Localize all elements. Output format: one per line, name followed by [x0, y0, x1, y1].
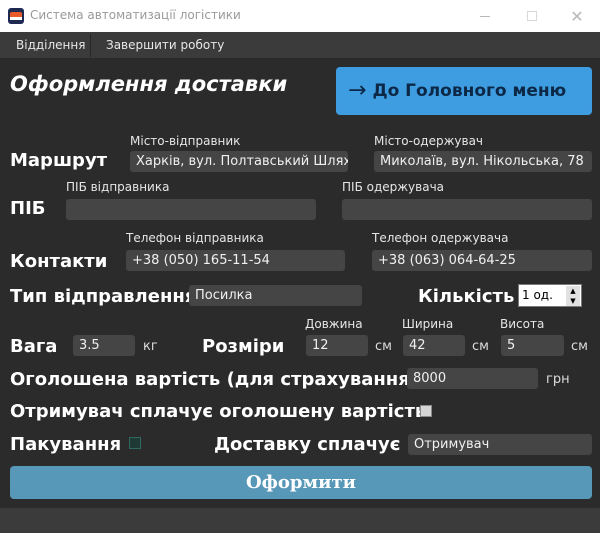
arrow-right-icon: → — [348, 78, 367, 103]
width-label: Ширина — [402, 317, 454, 331]
receiver-phone-input[interactable]: +38 (063) 064-64-25 — [372, 250, 592, 271]
sender-city-input[interactable]: Харків, вул. Полтавський Шлях, 6 — [130, 151, 348, 172]
weight-label: Вага — [10, 336, 58, 357]
dimensions-label: Розміри — [202, 336, 285, 357]
main-menu-button[interactable]: → До Головного меню — [336, 67, 592, 115]
minimize-icon — [480, 15, 490, 17]
receiver-city-label: Місто-одержувач — [374, 134, 484, 148]
contacts-label: Контакти — [10, 251, 108, 272]
shipment-type-label: Тип відправлення — [10, 286, 197, 307]
sender-name-label: ПІБ відправника — [66, 180, 170, 194]
declared-value-label: Оголошена вартість (для страхування) — [10, 369, 419, 390]
weight-unit: кг — [143, 339, 158, 354]
length-unit: см — [375, 339, 392, 354]
menu-item-branches[interactable]: Відділення — [6, 32, 95, 59]
packaging-label: Пакування — [10, 434, 122, 455]
maximize-icon — [527, 11, 537, 21]
route-label: Маршрут — [10, 150, 108, 171]
declared-value-input[interactable]: 8000 — [407, 368, 538, 389]
declared-value-unit: грн — [546, 372, 570, 387]
app-logo-icon — [8, 8, 24, 24]
title-bar: Система автоматизації логістики ✕ — [0, 0, 600, 32]
height-unit: см — [571, 339, 588, 354]
stepper-up-button[interactable]: ▲ — [566, 286, 580, 296]
maximize-button[interactable] — [509, 0, 555, 32]
shipment-type-select[interactable]: Посилка — [189, 285, 362, 306]
height-label: Висота — [500, 317, 545, 331]
status-bar — [0, 508, 600, 533]
width-unit: см — [472, 339, 489, 354]
receiver-name-input[interactable] — [342, 199, 592, 220]
length-input[interactable]: 12 — [306, 335, 368, 356]
weight-input[interactable]: 3.5 — [73, 335, 135, 356]
sender-name-input[interactable] — [66, 199, 316, 220]
names-label: ПІБ — [10, 198, 46, 219]
quantity-stepper[interactable]: 1 од. ▲ ▼ — [518, 284, 582, 307]
receiver-phone-label: Телефон одержувача — [372, 231, 509, 245]
sender-city-label: Місто-відправник — [130, 134, 241, 148]
packaging-checkbox[interactable] — [129, 437, 141, 449]
receiver-city-input[interactable]: Миколаїв, вул. Нікольська, 78 — [374, 151, 592, 172]
page-title: Оформлення доставки — [10, 72, 288, 96]
receiver-name-label: ПІБ одержувача — [342, 180, 445, 194]
delivery-payer-label: Доставку сплачує — [214, 434, 401, 455]
stepper-down-button[interactable]: ▼ — [566, 296, 580, 306]
main-menu-button-label: До Головного меню — [372, 81, 567, 101]
quantity-value: 1 од. — [522, 288, 553, 302]
sender-phone-input[interactable]: +38 (050) 165-11-54 — [126, 250, 345, 271]
close-icon: ✕ — [570, 6, 584, 26]
menu-separator — [90, 34, 91, 57]
window-title: Система автоматизації логістики — [30, 8, 241, 22]
minimize-button[interactable] — [462, 0, 508, 32]
length-label: Довжина — [305, 317, 363, 331]
delivery-payer-select[interactable]: Отримувач — [408, 434, 592, 455]
receiver-pays-declared-checkbox[interactable] — [420, 405, 432, 417]
quantity-label: Кількість — [418, 286, 515, 307]
submit-button[interactable]: Оформити — [10, 466, 592, 499]
close-button[interactable]: ✕ — [554, 0, 600, 32]
sender-phone-label: Телефон відправника — [126, 231, 264, 245]
width-input[interactable]: 42 — [403, 335, 465, 356]
receiver-pays-declared-label: Отримувач сплачує оголошену вартість — [10, 401, 427, 422]
menu-bar: Відділення Завершити роботу — [0, 32, 600, 59]
menu-item-finish-work[interactable]: Завершити роботу — [96, 32, 234, 59]
height-input[interactable]: 5 — [501, 335, 564, 356]
